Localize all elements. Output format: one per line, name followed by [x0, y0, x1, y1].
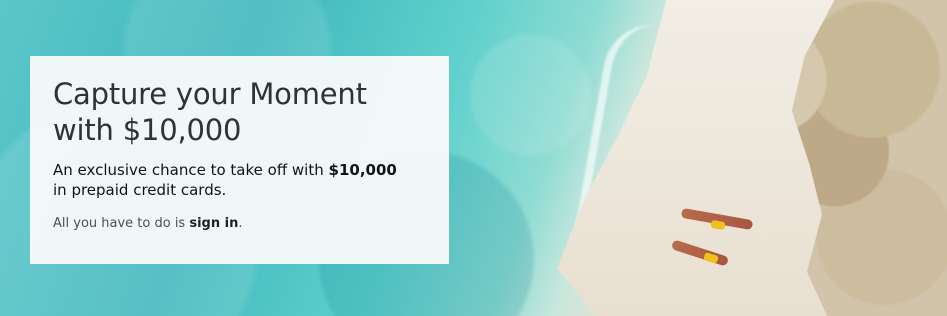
promo-banner: Capture your Moment with $10,000 An excl… [0, 0, 947, 316]
headline-line-2: with $10,000 [53, 112, 242, 147]
signin-prefix: All you have to do is [53, 215, 190, 231]
sunbathers-image-detail [670, 207, 761, 278]
swimsuit-one [710, 219, 726, 231]
person-two [670, 239, 730, 267]
promo-headline: Capture your Moment with $10,000 [53, 77, 427, 149]
description-prefix: An exclusive chance to take off with [53, 160, 329, 179]
description-line-2: in prepaid credit cards. [53, 180, 227, 199]
signin-suffix: . [238, 215, 243, 231]
sign-in-link[interactable]: sign in [189, 216, 238, 231]
promo-description: An exclusive chance to take off with $10… [53, 161, 427, 201]
headline-line-1: Capture your Moment [53, 77, 367, 111]
description-amount: $10,000 [328, 160, 397, 179]
promo-card: Capture your Moment with $10,000 An excl… [30, 56, 449, 264]
signin-message: All you have to do is sign in. [53, 216, 427, 231]
